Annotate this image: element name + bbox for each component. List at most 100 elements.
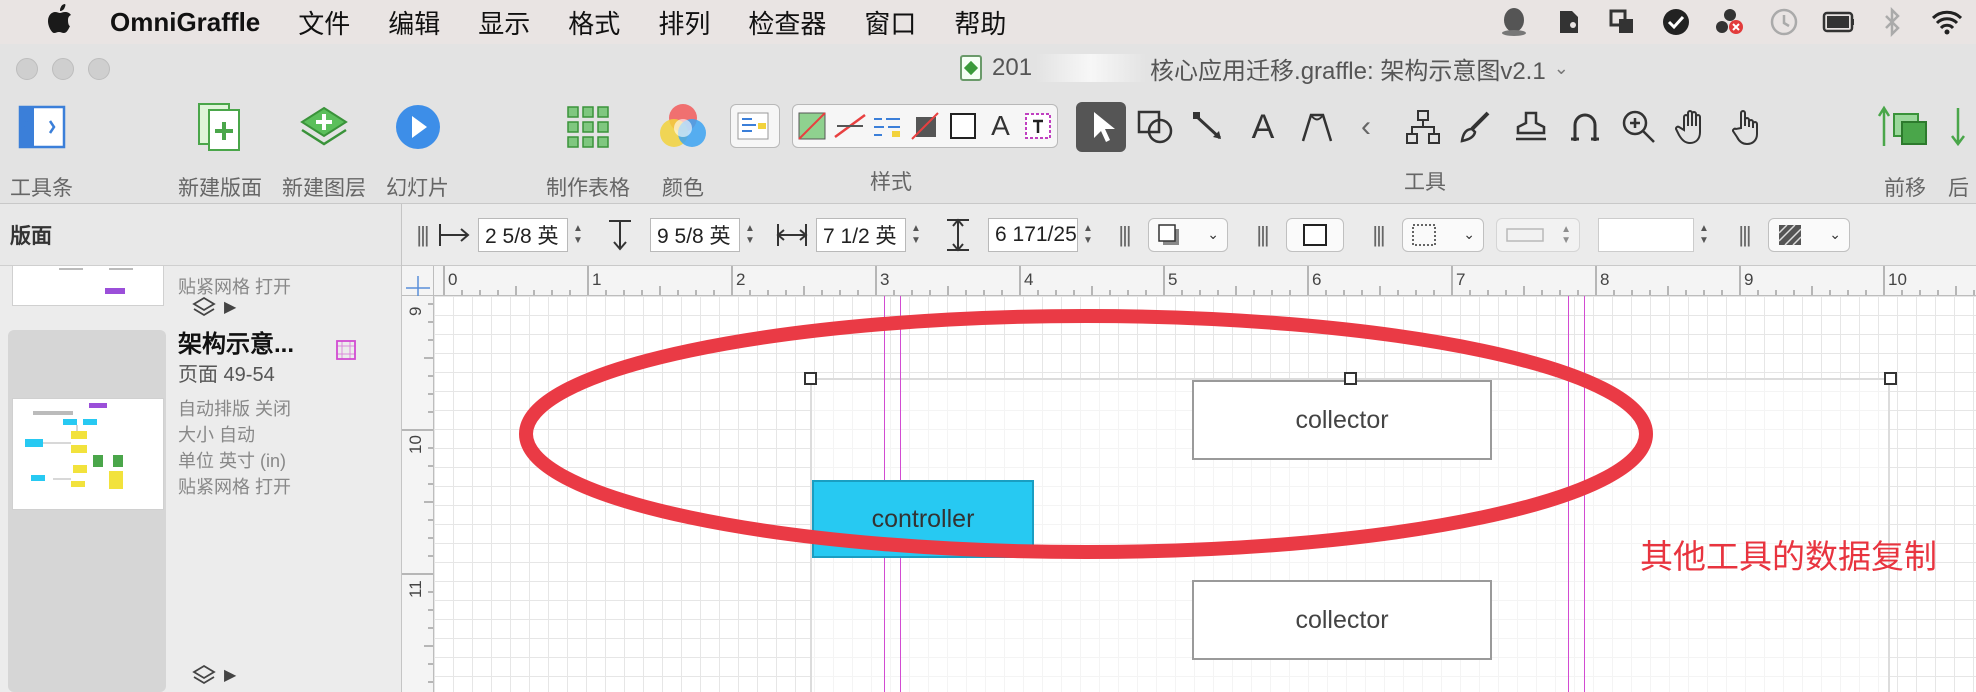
chevron-left-icon: ‹ [1361,110,1371,143]
grip-handle[interactable]: ||| [1732,222,1756,248]
text-style-icon[interactable]: A [982,106,1020,146]
resize-handle[interactable] [804,372,817,385]
hierarchy-icon [1406,110,1440,144]
colors-button[interactable]: 颜色 [656,100,710,202]
resize-handle[interactable] [1344,372,1357,385]
document-title[interactable]: 201 核心应用迁移.graffle: 架构示意图v2.1 ⌄ [960,52,1569,85]
status-menu-area [1498,6,1962,38]
width-stepper[interactable]: ▲ ▼ [906,218,926,252]
menu-help[interactable]: 帮助 [954,4,1006,41]
disclosure-triangle-icon: ▶ [224,667,237,684]
height-stepper[interactable]: ▲ ▼ [1078,218,1098,252]
cluster-alert-icon[interactable] [1714,7,1746,37]
page-size-icon[interactable] [334,338,358,367]
new-layer-button[interactable]: 新建图层 [282,100,366,202]
shape-tool[interactable] [1130,102,1180,152]
browse-tool[interactable] [1722,102,1772,152]
y-stepper[interactable]: ▲ ▼ [740,218,760,252]
horizontal-ruler[interactable]: 0 1 2 3 4 5 6 7 8 9 10 [434,266,1976,296]
sync-check-icon[interactable] [1660,7,1692,37]
guide-line[interactable] [1568,296,1569,692]
resize-handle[interactable] [1884,372,1897,385]
menu-view[interactable]: 显示 [478,4,530,41]
text-tool[interactable]: A [1238,102,1288,152]
collector-shape-top[interactable]: collector [1192,380,1492,460]
collector-shape-bottom[interactable]: collector [1192,580,1492,660]
ruler-corner[interactable] [402,266,434,296]
y-position-field[interactable]: 9 5/8 英 [650,217,740,252]
text-position-icon[interactable] [1019,106,1057,146]
menu-arrange[interactable]: 排列 [658,4,710,41]
selection-tool[interactable] [1076,102,1126,152]
time-machine-icon[interactable] [1768,7,1800,37]
make-table-button[interactable]: 制作表格 [546,100,630,202]
zoom-window-button[interactable] [88,58,110,80]
style-brush-tool[interactable] [1452,102,1502,152]
grip-handle[interactable]: ||| [1112,222,1136,248]
stroke-style-icon[interactable] [831,106,869,146]
grip-handle[interactable]: ||| [1366,222,1390,248]
stroke-width-icon [1506,227,1544,242]
menu-window[interactable]: 窗口 [864,4,916,41]
fill-pattern-popup[interactable]: ⌄ [1768,217,1850,252]
value-stepper[interactable]: ▲ ▼ [1694,218,1714,252]
height-field[interactable]: 6 171/25 [988,217,1078,252]
canvas-list-item-selected[interactable]: 架构示意... 页面 49-54 自动排版 关闭 大小 自动 单位 英寸 (in… [0,328,401,692]
shape-style-icon[interactable] [944,106,982,146]
magnet-tool[interactable] [1560,102,1610,152]
evernote-icon[interactable] [1552,7,1584,37]
menu-edit[interactable]: 编辑 [388,4,440,41]
battery-icon[interactable] [1822,7,1854,37]
menu-file[interactable]: 文件 [298,4,350,41]
app-menu[interactable]: OmniGraffle [110,7,260,38]
menu-format[interactable]: 格式 [568,4,620,41]
stroke-popup[interactable] [1286,217,1344,252]
controller-shape[interactable]: controller [812,480,1034,558]
slideshow-button[interactable]: 幻灯片 [386,100,449,202]
x-position-field[interactable]: 2 5/8 英 [478,217,568,252]
colors-label: 颜色 [662,177,704,200]
hand-tool[interactable] [1668,102,1718,152]
style-preset-button[interactable] [730,104,780,148]
bluetooth-icon[interactable] [1876,7,1908,37]
fill-style-icon[interactable] [793,106,831,146]
x-stepper[interactable]: ▲ ▼ [568,218,588,252]
toggle-sidebar-button[interactable]: 工具条 [10,100,73,202]
line-style-icon[interactable] [868,106,906,146]
line-tool[interactable] [1184,102,1234,152]
collapse-tools-button[interactable]: ‹ [1346,102,1386,152]
stepper-icon: ▲ ▼ [1561,223,1571,246]
menu-inspectors[interactable]: 检查器 [748,4,826,41]
layers-disclosure[interactable]: ▶ [192,296,236,318]
vertical-ruler[interactable]: 9 10 11 [402,296,434,692]
layers-disclosure-architecture[interactable]: ▶ [192,664,236,686]
sidebar-header: 版面 [0,204,401,266]
guide-line[interactable] [1584,296,1585,692]
bring-forward-icon [1878,100,1932,154]
new-canvas-button[interactable]: 新建版面 [178,100,262,202]
pointing-hand-icon [1732,110,1758,146]
qq-icon[interactable] [1498,7,1530,37]
rubber-stamp-tool[interactable] [1506,102,1556,152]
grip-handle[interactable]: ||| [1250,222,1274,248]
screen-share-icon[interactable] [1606,7,1638,37]
wifi-icon[interactable] [1930,7,1962,37]
drawing-canvas[interactable]: collector controller collector 其他工具的数据复制 [434,296,1976,692]
shadow-popup[interactable]: ⌄ [1148,217,1228,252]
x-position-icon [434,215,474,255]
grip-handle[interactable]: ||| [410,222,434,248]
shadow-style-icon[interactable] [906,106,944,146]
width-field[interactable]: 7 1/2 英 [816,217,906,252]
apple-menu-icon[interactable] [40,3,80,41]
pen-tool[interactable] [1292,102,1342,152]
bring-forward-button[interactable]: 前移 [1878,100,1932,202]
close-window-button[interactable] [16,58,38,80]
minimize-window-button[interactable] [52,58,74,80]
zoom-tool[interactable] [1614,102,1664,152]
diagram-tool[interactable] [1398,102,1448,152]
empty-value-field[interactable] [1598,217,1694,252]
style-preset-icon [731,106,775,146]
stroke-width-control[interactable]: ▲ ▼ [1496,217,1580,252]
send-backward-button[interactable]: 后 [1948,100,1976,202]
line-pattern-popup[interactable]: ⌄ [1402,217,1484,252]
